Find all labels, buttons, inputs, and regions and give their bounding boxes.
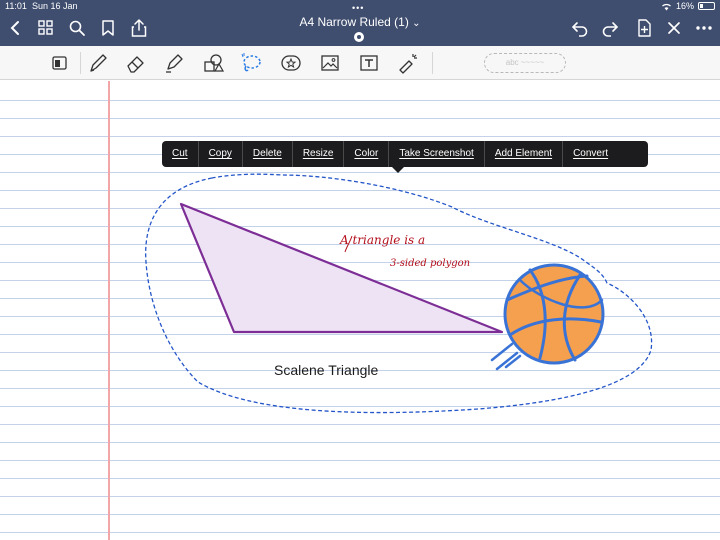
toolbar-divider xyxy=(432,52,433,74)
sync-status-icon xyxy=(354,32,364,42)
reader-icon[interactable] xyxy=(48,51,72,75)
share-icon[interactable] xyxy=(129,18,149,38)
copy-menu-item[interactable]: Copy xyxy=(199,141,243,167)
selection-context-menu: Cut Copy Delete Resize Color Take Screen… xyxy=(162,141,648,167)
eraser-icon[interactable] xyxy=(124,51,148,75)
chevron-down-icon: ⌄ xyxy=(412,18,421,29)
text-icon[interactable] xyxy=(357,51,381,75)
take-screenshot-menu-item[interactable]: Take Screenshot xyxy=(389,141,485,167)
lasso-icon[interactable] xyxy=(239,51,263,75)
bookmark-icon[interactable] xyxy=(98,18,118,38)
battery-icon xyxy=(698,2,715,10)
add-element-menu-item[interactable]: Add Element xyxy=(485,141,564,167)
undo-icon[interactable] xyxy=(570,18,590,38)
shapes-icon[interactable] xyxy=(201,51,225,75)
pen-icon[interactable] xyxy=(86,51,110,75)
redo-icon[interactable] xyxy=(600,18,620,38)
wifi-icon xyxy=(662,3,671,10)
image-icon[interactable] xyxy=(318,51,342,75)
status-date: Sun 16 Jan xyxy=(32,1,78,11)
tool-bar: abc ~~~~~ xyxy=(0,46,720,80)
grid-icon[interactable] xyxy=(36,18,56,38)
document-title-text: A4 Narrow Ruled (1) xyxy=(299,15,409,29)
delete-menu-item[interactable]: Delete xyxy=(243,141,293,167)
highlighter-icon[interactable] xyxy=(162,51,186,75)
triangle-caption: Scalene Triangle xyxy=(274,362,379,378)
color-menu-item[interactable]: Color xyxy=(344,141,390,167)
resize-menu-item[interactable]: Resize xyxy=(293,141,345,167)
close-icon[interactable] xyxy=(664,18,684,38)
convert-menu-item[interactable]: Convert xyxy=(563,141,618,167)
page-margin-line xyxy=(108,81,110,540)
toolbar-divider xyxy=(80,52,81,74)
cut-menu-item[interactable]: Cut xyxy=(162,141,199,167)
sticker-icon[interactable] xyxy=(279,51,303,75)
context-menu-pointer xyxy=(392,167,404,173)
more-icon[interactable] xyxy=(694,18,714,38)
status-time: 11:01 xyxy=(5,1,27,11)
multitasking-dots-icon[interactable]: ••• xyxy=(352,3,364,13)
battery-percentage: 16% xyxy=(675,1,694,11)
back-icon[interactable] xyxy=(6,18,26,38)
search-icon[interactable] xyxy=(67,18,87,38)
add-page-icon[interactable] xyxy=(634,18,654,38)
handwritten-note-line-2: 3-sided polygon xyxy=(390,258,471,269)
status-indicators: 16% xyxy=(661,1,715,11)
top-navigation-bar: 11:01 Sun 16 Jan 16% ••• A4 Narrow Ruled… xyxy=(0,0,720,46)
shape-recognition-pill[interactable]: abc ~~~~~ xyxy=(484,53,566,73)
handwritten-note-line-1: A triangle is a xyxy=(340,233,426,247)
laser-pointer-icon[interactable] xyxy=(396,51,420,75)
